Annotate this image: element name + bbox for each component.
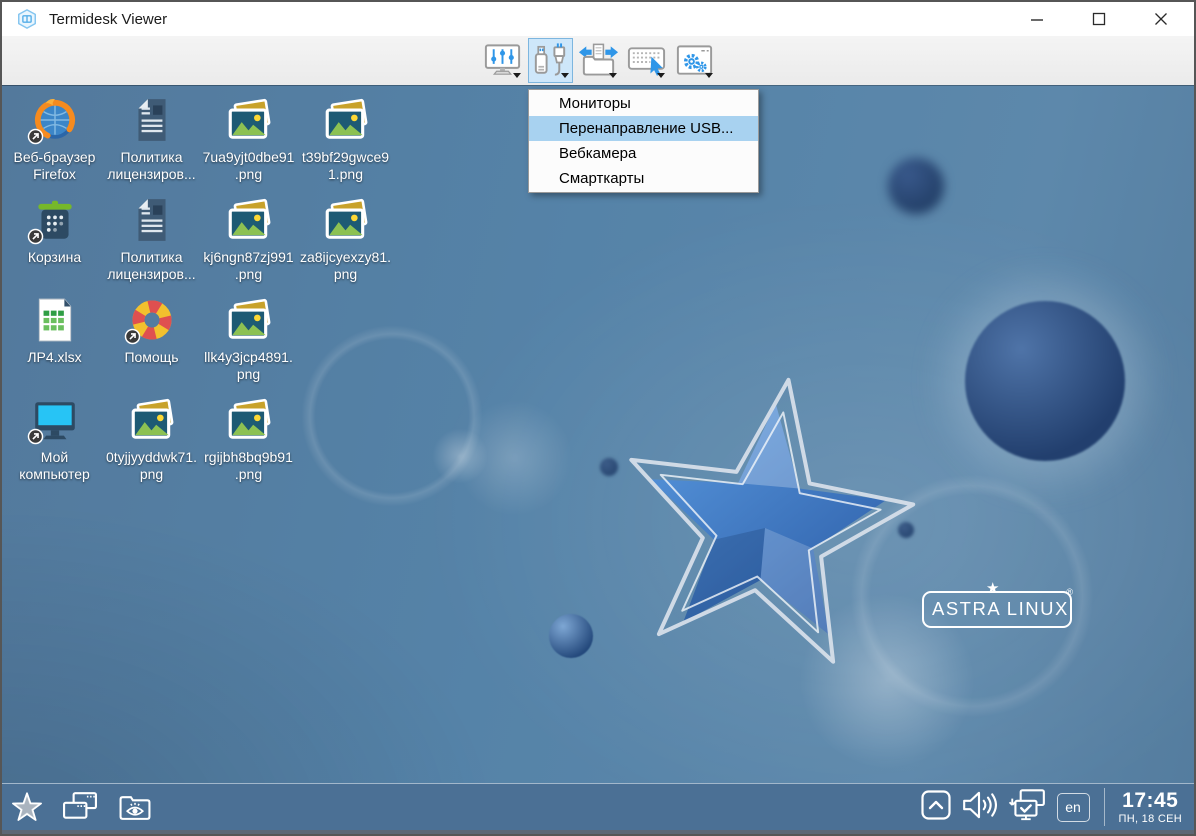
toolbar-file-transfer-button[interactable]: [576, 38, 621, 83]
toolbar-display-settings-button[interactable]: [480, 38, 525, 83]
menu-item-monitors[interactable]: Мониторы: [529, 91, 758, 116]
shortcut-arrow-icon: [27, 228, 44, 245]
close-button[interactable]: [1152, 10, 1170, 28]
display-settings-icon: [481, 41, 524, 81]
image-file-icon: [224, 295, 274, 345]
toolbar-usb-redirection-button[interactable]: [528, 38, 573, 83]
windows-icon: [60, 790, 100, 824]
astra-logo-registered-mark: ®: [1066, 587, 1073, 597]
remote-taskbar: en 17:45 ПН, 18 СЕН: [2, 783, 1194, 830]
shortcut-arrow-icon: [124, 328, 141, 345]
wallpaper-star: [595, 363, 935, 693]
desktop-icon-png-file[interactable]: 0tyjjyyddwk71.png: [103, 393, 200, 493]
toolbar-keyboard-input-button[interactable]: [624, 38, 669, 83]
clock-date: ПН, 18 СЕН: [1119, 814, 1182, 825]
folder-eye-icon: [116, 791, 154, 824]
window-title: Termidesk Viewer: [49, 11, 167, 28]
wallpaper-sphere-small: [549, 614, 593, 658]
desktop-icon-license-policy[interactable]: Политикалицензиров...: [103, 193, 200, 293]
shortcut-arrow-icon: [27, 428, 44, 445]
shortcut-arrow-icon: [27, 128, 44, 145]
image-file-icon: [127, 395, 177, 445]
window-controls: [1028, 10, 1180, 28]
desktop-icon-trash[interactable]: Корзина: [6, 193, 103, 293]
image-file-icon: [224, 95, 274, 145]
remote-desktop: ★ ® ASTRA LINUX Веб-браузерFirefox Корзи…: [2, 85, 1194, 834]
document-icon: [127, 195, 177, 245]
document-icon: [127, 95, 177, 145]
usb-redirection-icon: [529, 41, 572, 81]
image-file-icon: [321, 95, 371, 145]
network-status-button[interactable]: [1007, 788, 1047, 827]
screen-bottom-edge: [2, 830, 1194, 834]
desktop-icon-png-file[interactable]: llk4y3jcp4891.png: [200, 293, 297, 393]
tray-expand-button[interactable]: [921, 790, 951, 825]
session-settings-icon: [673, 41, 716, 81]
spreadsheet-icon: [30, 295, 80, 345]
chevron-up-icon: [921, 790, 951, 820]
desktop-icon-help[interactable]: Помощь: [103, 293, 200, 393]
volume-button[interactable]: [961, 789, 997, 826]
astra-linux-logo: ★ ® ASTRA LINUX: [922, 591, 1072, 628]
speaker-icon: [961, 789, 997, 821]
taskbar-left: [2, 790, 154, 824]
file-transfer-icon: [577, 41, 620, 81]
desktop-icon-grid: Веб-браузерFirefox Корзина ЛР4.xlsx Мойк…: [6, 93, 394, 493]
taskbar-clock[interactable]: 17:45 ПН, 18 СЕН: [1119, 790, 1188, 825]
screenshot-folder-button[interactable]: [116, 791, 154, 824]
keyboard-layout-indicator[interactable]: en: [1057, 793, 1090, 822]
maximize-button[interactable]: [1090, 10, 1108, 28]
maximize-icon: [1092, 12, 1106, 26]
wallpaper-sphere-large: [965, 301, 1125, 461]
toolbar-session-settings-button[interactable]: [672, 38, 717, 83]
desktop-icon-png-file[interactable]: rgijbh8bq9b91.png: [200, 393, 297, 493]
termidesk-viewer-window: Termidesk Viewer: [0, 0, 1196, 836]
image-file-icon: [224, 395, 274, 445]
minimize-button[interactable]: [1028, 10, 1046, 28]
minimize-icon: [1030, 12, 1044, 26]
clock-time: 17:45: [1119, 790, 1182, 811]
close-icon: [1154, 12, 1168, 26]
desktop-icon-my-computer[interactable]: Мойкомпьютер: [6, 393, 103, 493]
titlebar: Termidesk Viewer: [2, 2, 1194, 36]
window-switcher-button[interactable]: [60, 790, 100, 824]
star-menu-icon: [10, 790, 44, 824]
desktop-icon-png-file[interactable]: t39bf29gwce91.png: [297, 93, 394, 193]
desktop-icon-firefox[interactable]: Веб-браузерFirefox: [6, 93, 103, 193]
taskbar-tray: en 17:45 ПН, 18 СЕН: [921, 788, 1194, 827]
desktop-icon-png-file[interactable]: kj6ngn87zj991.png: [200, 193, 297, 293]
desktop-icon-png-file[interactable]: za8ijcyexzy81.png: [297, 193, 394, 293]
wallpaper-sphere-top: [888, 158, 944, 214]
usb-dropdown-menu: Мониторы Перенаправление USB... Вебкамер…: [528, 89, 759, 193]
desktop-icon-png-file[interactable]: 7ua9yjt0dbe91.png: [200, 93, 297, 193]
menu-item-smartcards[interactable]: Смарткарты: [529, 166, 758, 191]
desktop-icon-xlsx[interactable]: ЛР4.xlsx: [6, 293, 103, 393]
wallpaper-flare: [432, 428, 488, 484]
keyboard-input-icon: [625, 41, 668, 81]
desktop-icon-license-policy[interactable]: Политикалицензиров...: [103, 93, 200, 193]
menu-item-usb-redirection[interactable]: Перенаправление USB...: [529, 116, 758, 141]
tray-divider: [1104, 788, 1105, 826]
image-file-icon: [224, 195, 274, 245]
network-monitors-icon: [1007, 788, 1047, 822]
astra-logo-star-icon: ★: [986, 579, 999, 597]
menu-item-webcam[interactable]: Вебкамера: [529, 141, 758, 166]
app-menu-star-button[interactable]: [10, 790, 44, 824]
image-file-icon: [321, 195, 371, 245]
viewer-toolbar: [2, 36, 1194, 85]
termidesk-app-icon: [16, 8, 38, 30]
